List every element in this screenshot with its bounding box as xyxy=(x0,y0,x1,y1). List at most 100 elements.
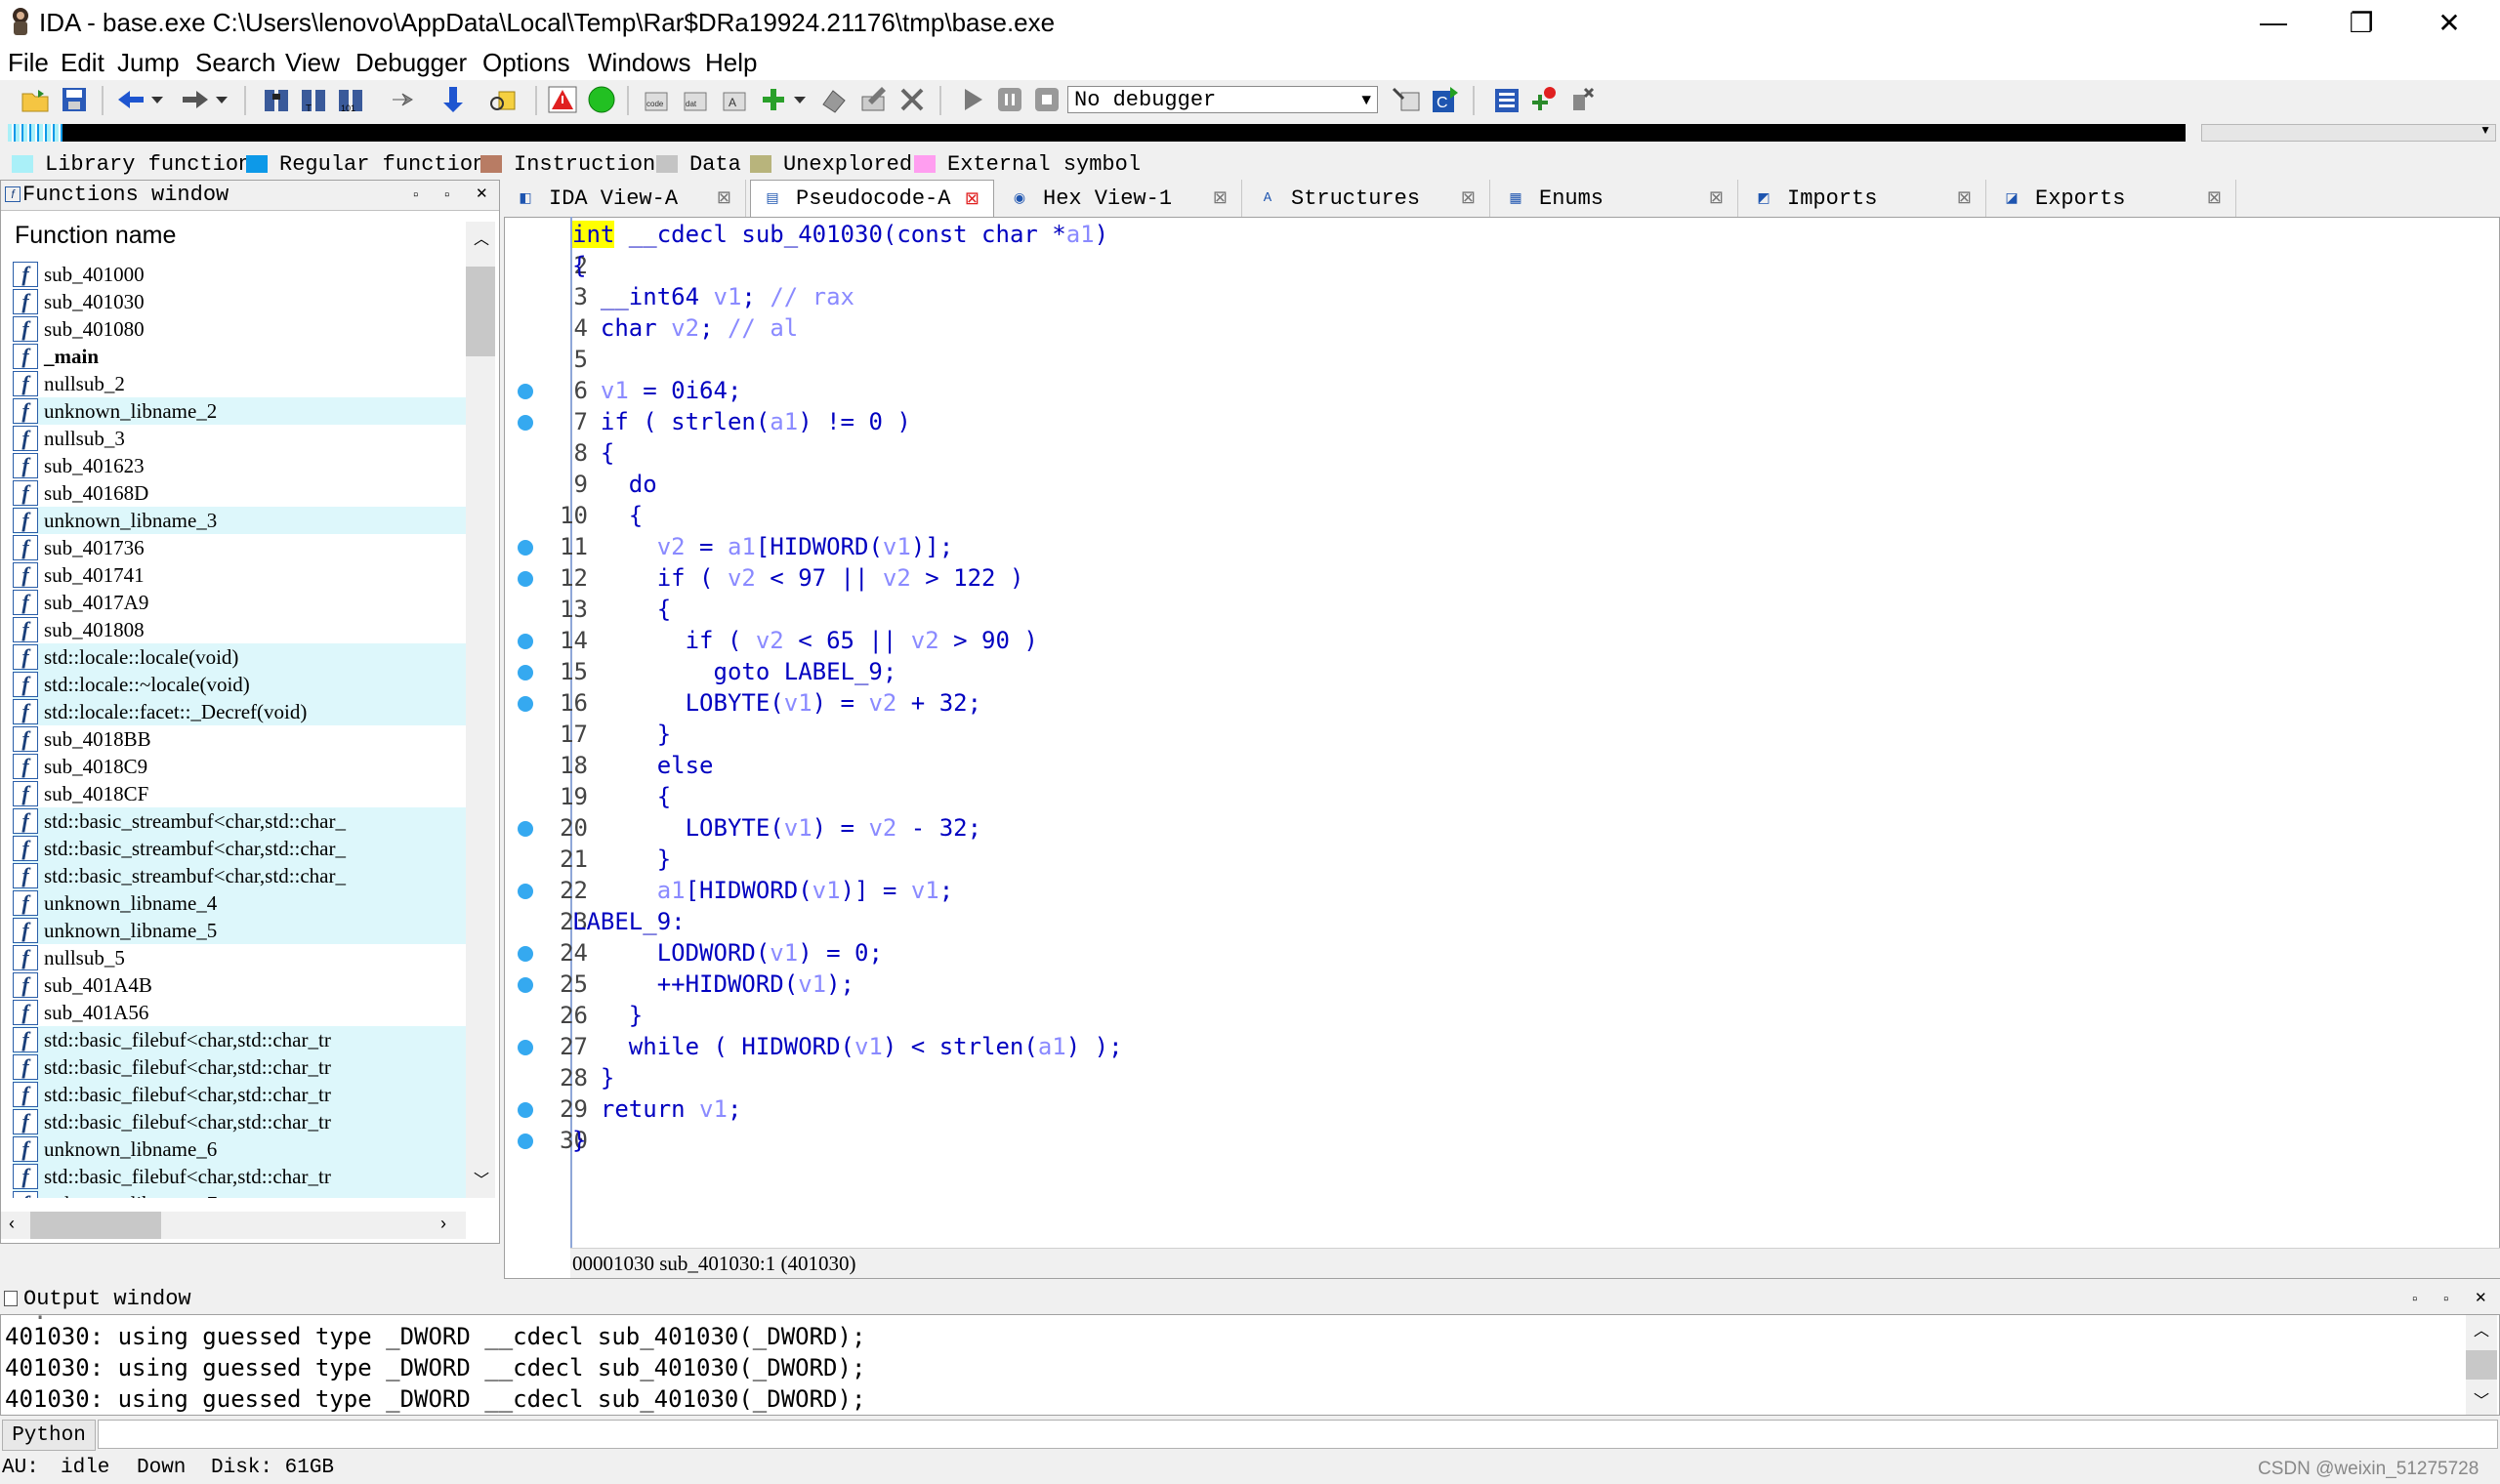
breakpoint-dot-icon[interactable] xyxy=(518,1134,533,1149)
function-list-item[interactable]: f std::locale::locale(void) xyxy=(13,643,466,671)
chevron-up-icon[interactable]: ︿ xyxy=(474,226,489,249)
function-list-item[interactable]: f std::locale::facet::_Decref(void) xyxy=(13,698,466,725)
refresh-icon[interactable]: C xyxy=(1430,84,1461,115)
function-list-item[interactable]: f sub_401080 xyxy=(13,315,466,343)
menu-windows[interactable]: Windows xyxy=(588,47,690,78)
function-list-item[interactable]: f unknown_libname_7 xyxy=(13,1190,466,1198)
function-list-item[interactable]: f sub_4018C9 xyxy=(13,753,466,780)
breakpoint-dot-icon[interactable] xyxy=(518,884,533,899)
function-list-item[interactable]: f unknown_libname_3 xyxy=(13,507,466,534)
function-list-item[interactable]: f sub_4017A9 xyxy=(13,589,466,616)
debug-attach-icon[interactable] xyxy=(1391,84,1422,115)
data-icon[interactable]: dat xyxy=(680,84,711,115)
search-key-icon[interactable] xyxy=(488,84,520,115)
tab-exports[interactable]: ◪ Exports ⊠ xyxy=(1990,180,2236,217)
function-list-item[interactable]: f nullsub_5 xyxy=(13,944,466,971)
close-icon[interactable]: ✕ xyxy=(476,185,488,202)
search-text-icon[interactable]: T xyxy=(299,84,330,115)
function-list-item[interactable]: f sub_401623 xyxy=(13,452,466,479)
back-arrow-icon[interactable] xyxy=(115,84,146,115)
close-icon[interactable]: ⊠ xyxy=(965,188,979,210)
back-dropdown-icon[interactable] xyxy=(148,84,166,115)
menu-edit[interactable]: Edit xyxy=(61,47,104,78)
chevron-down-icon[interactable]: ﹀ xyxy=(474,1167,489,1190)
breakpoint-dot-icon[interactable] xyxy=(518,384,533,399)
function-list-item[interactable]: f sub_401030 xyxy=(13,288,466,315)
float-icon[interactable]: ▫ xyxy=(2412,1291,2417,1307)
function-list-item[interactable]: f std::basic_filebuf<char,std::char_tr xyxy=(13,1163,466,1190)
function-list-item[interactable]: f sub_401808 xyxy=(13,616,466,643)
menu-jump[interactable]: Jump xyxy=(117,47,180,78)
function-list-item[interactable]: f std::locale::~locale(void) xyxy=(13,671,466,698)
chevron-right-icon[interactable]: › xyxy=(440,1214,446,1234)
close-button[interactable]: ✕ xyxy=(2404,0,2494,45)
function-list-item[interactable]: f unknown_libname_2 xyxy=(13,397,466,425)
warning-icon[interactable] xyxy=(547,84,578,115)
add-breakpoint-icon[interactable] xyxy=(1529,84,1561,115)
breakpoint-dot-icon[interactable] xyxy=(518,634,533,649)
pseudocode-view[interactable] xyxy=(504,217,2500,1279)
delete-breakpoint-icon[interactable] xyxy=(1566,84,1598,115)
breakpoint-dot-icon[interactable] xyxy=(518,1102,533,1118)
function-list-item[interactable]: f sub_401A4B xyxy=(13,971,466,999)
menu-file[interactable]: File xyxy=(8,47,49,78)
python-command-input[interactable] xyxy=(98,1420,2498,1449)
function-list-item[interactable]: f nullsub_2 xyxy=(13,370,466,397)
menu-view[interactable]: View xyxy=(285,47,340,78)
tab-imports[interactable]: ◩ Imports ⊠ xyxy=(1742,180,1986,217)
function-list-item[interactable]: f std::basic_streambuf<char,std::char_ xyxy=(13,835,466,862)
breakpoint-dot-icon[interactable] xyxy=(518,696,533,712)
breakpoint-list-icon[interactable] xyxy=(1492,84,1523,115)
function-list-item[interactable]: f unknown_libname_5 xyxy=(13,917,466,944)
output-vscrollbar[interactable]: ︿ ﹀ xyxy=(2466,1315,2497,1415)
add-function-icon[interactable] xyxy=(758,84,789,115)
open-folder-icon[interactable] xyxy=(20,84,51,115)
hscroll-thumb[interactable] xyxy=(30,1212,161,1239)
save-icon[interactable] xyxy=(59,84,90,115)
float-icon[interactable]: ▫ xyxy=(413,186,418,203)
breakpoint-dot-icon[interactable] xyxy=(518,821,533,837)
function-list-item[interactable]: f sub_40168D xyxy=(13,479,466,507)
function-list-item[interactable]: f unknown_libname_6 xyxy=(13,1135,466,1163)
function-list-item[interactable]: f std::basic_filebuf<char,std::char_tr xyxy=(13,1026,466,1053)
menu-options[interactable]: Options xyxy=(482,47,570,78)
nav-band-scroll[interactable]: ▼ xyxy=(2201,123,2496,142)
python-button[interactable]: Python xyxy=(2,1420,96,1451)
maximize-icon[interactable]: ▫ xyxy=(444,186,449,203)
close-icon[interactable]: ✕ xyxy=(2475,1289,2487,1306)
close-icon[interactable]: ⊠ xyxy=(2207,187,2222,209)
function-list-item[interactable]: f sub_401000 xyxy=(13,261,466,288)
function-list-item[interactable]: f std::basic_filebuf<char,std::char_tr xyxy=(13,1108,466,1135)
function-list-item[interactable]: f std::basic_streambuf<char,std::char_ xyxy=(13,862,466,889)
chevron-down-icon[interactable]: ﹀ xyxy=(2474,1387,2489,1411)
breakpoint-dot-icon[interactable] xyxy=(518,977,533,993)
breakpoint-dot-icon[interactable] xyxy=(518,540,533,556)
binoculars-icon[interactable] xyxy=(262,84,293,115)
tab-enums[interactable]: ▦ Enums ⊠ xyxy=(1494,180,1738,217)
tab-hex-view-1[interactable]: ◉ Hex View-1 ⊠ xyxy=(998,180,1242,217)
minimize-button[interactable]: — xyxy=(2229,0,2318,45)
function-list-item[interactable]: f sub_4018CF xyxy=(13,780,466,807)
pause-icon[interactable] xyxy=(994,84,1025,115)
function-list-item[interactable]: f std::basic_filebuf<char,std::char_tr xyxy=(13,1081,466,1108)
function-list-item[interactable]: f std::basic_streambuf<char,std::char_ xyxy=(13,807,466,835)
breakpoint-dot-icon[interactable] xyxy=(518,1040,533,1055)
function-list-item[interactable]: f unknown_libname_4 xyxy=(13,889,466,917)
scroll-thumb[interactable] xyxy=(466,267,495,356)
edit-icon[interactable] xyxy=(857,84,889,115)
functions-hscrollbar[interactable]: ‹ › xyxy=(1,1212,466,1239)
menu-help[interactable]: Help xyxy=(705,47,757,78)
tab-ida-view-a[interactable]: ◧ IDA View-A ⊠ xyxy=(504,180,746,217)
add-dropdown-icon[interactable] xyxy=(791,84,809,115)
close-icon[interactable]: ⊠ xyxy=(1213,187,1228,209)
start-debug-icon[interactable] xyxy=(957,84,988,115)
forward-arrow-icon[interactable] xyxy=(180,84,211,115)
tab-pseudocode-a[interactable]: ▤ Pseudocode-A ⊠ xyxy=(750,180,994,217)
scroll-thumb[interactable] xyxy=(2466,1350,2497,1380)
close-icon[interactable]: ⊠ xyxy=(1709,187,1724,209)
down-arrow-icon[interactable] xyxy=(438,84,469,115)
breakpoint-dot-icon[interactable] xyxy=(518,415,533,431)
menu-debugger[interactable]: Debugger xyxy=(355,47,467,78)
function-list-item[interactable]: f std::basic_filebuf<char,std::char_tr xyxy=(13,1053,466,1081)
function-list-item[interactable]: f _main xyxy=(13,343,466,370)
